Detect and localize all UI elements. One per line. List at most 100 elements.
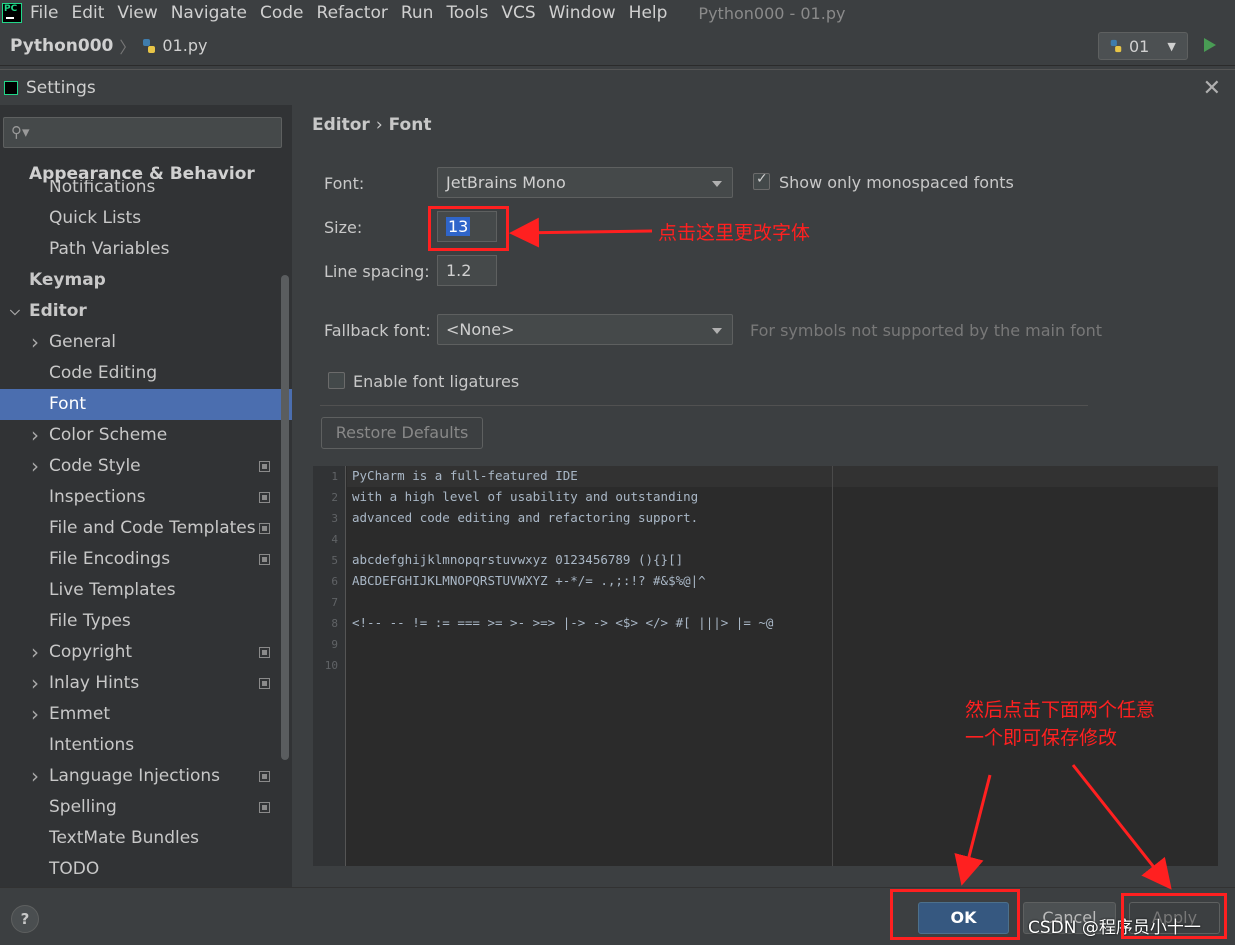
sidebar-item-textmate-bundles[interactable]: TextMate Bundles — [0, 823, 292, 854]
breadcrumb-editor[interactable]: Editor — [312, 115, 370, 135]
restore-defaults-button[interactable]: Restore Defaults — [321, 417, 483, 449]
preview-code-line: PyCharm is a full-featured IDE — [352, 468, 578, 483]
apply-highlight-box — [1121, 893, 1227, 939]
preview-code-line: ABCDEFGHIJKLMNOPQRSTUVWXYZ +-*/= .,;:!? … — [352, 573, 706, 588]
sidebar-item-label: Inlay Hints — [49, 673, 140, 693]
python-file-icon — [143, 38, 156, 53]
sidebar-item-keymap[interactable]: Keymap — [0, 265, 292, 296]
line-number: 10 — [324, 659, 338, 672]
sidebar-sticky-header[interactable]: Appearance & Behavior — [29, 164, 255, 184]
fallback-font-select[interactable]: <None> — [437, 314, 733, 345]
sidebar-item-label: General — [49, 332, 116, 352]
ok-highlight-box — [890, 889, 1020, 940]
font-ligatures-checkbox[interactable] — [328, 372, 345, 389]
chevron-right-icon[interactable]: › — [31, 668, 39, 699]
sidebar-item-label: Intentions — [49, 735, 135, 755]
menu-run[interactable]: Run — [401, 3, 434, 23]
project-scope-icon — [259, 461, 270, 472]
sidebar-item-general[interactable]: › General — [0, 327, 292, 358]
menu-window[interactable]: Window — [549, 3, 616, 23]
chevron-down-icon — [712, 328, 722, 334]
window-title: Python000 - 01.py — [698, 3, 846, 23]
sidebar-item-code-editing[interactable]: Code Editing — [0, 358, 292, 389]
font-ligatures-label[interactable]: Enable font ligatures — [353, 372, 519, 391]
chevron-down-icon[interactable]: ⌵ — [10, 296, 20, 327]
menu-refactor[interactable]: Refactor — [317, 3, 388, 23]
breadcrumb-font: Font — [388, 115, 432, 135]
run-play-icon[interactable] — [1204, 38, 1216, 52]
menu-code[interactable]: Code — [260, 3, 304, 23]
font-select-value: JetBrains Mono — [446, 173, 566, 192]
help-button[interactable]: ? — [11, 905, 39, 933]
sidebar-item-emmet[interactable]: › Emmet — [0, 699, 292, 730]
save-annotation-line1: 然后点击下面两个任意 — [965, 699, 1156, 721]
sidebar-item-label: Copyright — [49, 642, 133, 662]
sidebar-item-file-encodings[interactable]: File Encodings — [0, 544, 292, 575]
menu-file[interactable]: File — [30, 3, 58, 23]
sidebar-item-file-and-code-templates[interactable]: File and Code Templates — [0, 513, 292, 544]
chevron-right-icon[interactable]: › — [31, 761, 39, 792]
preview-code-line: with a high level of usability and outst… — [352, 489, 699, 504]
line-spacing-label: Line spacing: — [324, 262, 430, 281]
project-scope-icon — [259, 771, 270, 782]
sidebar-item-editor[interactable]: ⌵ Editor — [0, 296, 292, 327]
sidebar-item-label: Language Injections — [49, 766, 221, 786]
sidebar-item-quick-lists[interactable]: Quick Lists — [0, 203, 292, 234]
font-preview-editor[interactable]: 1 PyCharm is a full-featured IDE 2 with a h… — [313, 466, 1218, 866]
menu-navigate[interactable]: Navigate — [171, 3, 247, 23]
settings-search-input[interactable]: ⚲▾ — [3, 117, 282, 148]
chevron-right-icon[interactable]: › — [31, 637, 39, 668]
font-select[interactable]: JetBrains Mono — [437, 167, 733, 198]
sidebar-item-file-types[interactable]: File Types — [0, 606, 292, 637]
project-scope-icon — [259, 678, 270, 689]
show-monospaced-checkbox[interactable] — [753, 171, 770, 190]
preview-code-line: <!-- -- != := === >= >- >=> |-> -> <$> <… — [352, 615, 774, 630]
menu-view[interactable]: View — [117, 3, 157, 23]
search-icon: ⚲▾ — [11, 123, 30, 141]
sidebar-item-copyright[interactable]: › Copyright — [0, 637, 292, 668]
divider — [320, 405, 1088, 406]
sidebar-item-code-style[interactable]: › Code Style — [0, 451, 292, 482]
size-label: Size: — [324, 218, 363, 237]
preview-code-line: advanced code editing and refactoring su… — [352, 510, 699, 525]
sidebar-item-todo[interactable]: TODO — [0, 854, 292, 885]
chevron-right-icon[interactable]: › — [31, 420, 39, 451]
chevron-right-icon[interactable]: › — [31, 699, 39, 730]
sidebar-item-intentions[interactable]: Intentions — [0, 730, 292, 761]
close-icon[interactable]: ✕ — [1203, 76, 1221, 101]
line-number: 8 — [331, 617, 338, 630]
sidebar-scrollbar[interactable] — [281, 275, 289, 760]
menu-help[interactable]: Help — [629, 3, 668, 23]
breadcrumb-project[interactable]: Python000 — [10, 36, 113, 56]
sidebar-item-language-injections[interactable]: › Language Injections — [0, 761, 292, 792]
line-spacing-input[interactable]: 1.2 — [437, 255, 497, 286]
run-configuration-select[interactable]: 01 ▼ — [1098, 32, 1188, 60]
menu-edit[interactable]: Edit — [71, 3, 104, 23]
run-config-label: 01 — [1129, 36, 1150, 56]
sidebar-item-label: Emmet — [49, 704, 110, 724]
chevron-right-icon[interactable]: › — [31, 451, 39, 482]
sidebar-item-font[interactable]: Font — [0, 389, 292, 420]
menu-vcs[interactable]: VCS — [501, 3, 535, 23]
project-scope-icon — [259, 647, 270, 658]
project-scope-icon — [259, 492, 270, 503]
sidebar-item-path-variables[interactable]: Path Variables — [0, 234, 292, 265]
sidebar-item-inlay-hints[interactable]: › Inlay Hints — [0, 668, 292, 699]
sidebar-item-inspections[interactable]: Inspections — [0, 482, 292, 513]
sidebar-item-label: Keymap — [29, 270, 106, 290]
preview-code-line: abcdefghijklmnopqrstuvwxyz 0123456789 ()… — [352, 552, 684, 567]
pycharm-logo-icon — [4, 80, 18, 95]
show-monospaced-label[interactable]: Show only monospaced fonts — [779, 173, 1014, 192]
chevron-right-icon: 〉 — [119, 37, 136, 57]
sidebar-item-color-scheme[interactable]: › Color Scheme — [0, 420, 292, 451]
line-number: 5 — [331, 554, 338, 567]
sidebar-item-label: Inspections — [49, 487, 146, 507]
sidebar-item-spelling[interactable]: Spelling — [0, 792, 292, 823]
size-annotation-text: 点击这里更改字体 — [658, 222, 811, 244]
sidebar-item-live-templates[interactable]: Live Templates — [0, 575, 292, 606]
chevron-right-icon[interactable]: › — [31, 327, 39, 358]
settings-sidebar: ⚲▾ Notifications Appearance & Behavior Q… — [0, 105, 292, 887]
breadcrumb-file[interactable]: 01.py — [162, 36, 207, 55]
menu-tools[interactable]: Tools — [446, 3, 488, 23]
sidebar-item-label: Editor — [29, 301, 87, 321]
